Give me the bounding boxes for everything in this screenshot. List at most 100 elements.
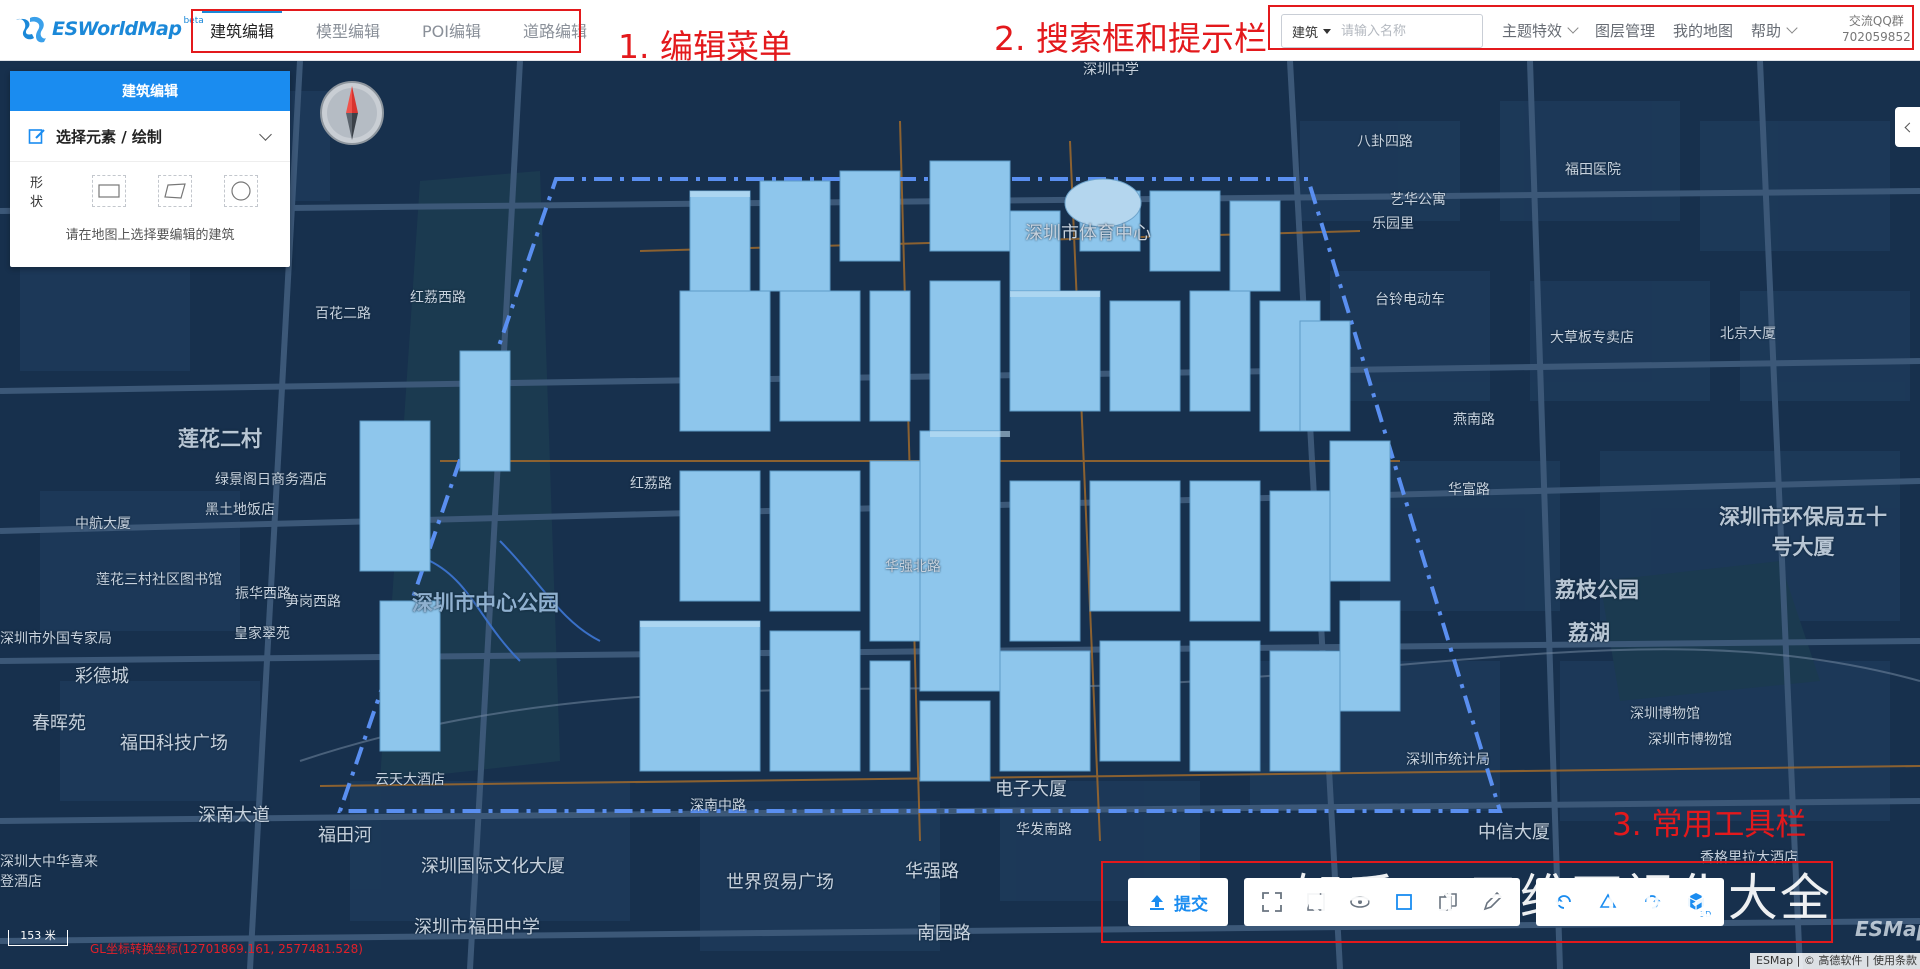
fullscreen-icon xyxy=(1262,892,1282,912)
submit-label: 提交 xyxy=(1174,894,1208,915)
search-type-label: 建筑 xyxy=(1292,25,1319,41)
logo-beta-badge: beta xyxy=(183,16,204,26)
logo-text: ESWorldMap xyxy=(52,18,182,40)
chevron-down-icon xyxy=(1786,22,1798,34)
panel-title: 建筑编辑 xyxy=(10,71,290,111)
map-label: 深圳大中华喜来登酒店 xyxy=(0,854,98,890)
map-label: 振华西路 xyxy=(235,586,291,602)
map-label: 台铃电动车 xyxy=(1375,292,1445,308)
map-label: 笋岗西路 xyxy=(285,594,341,610)
map-label: 电子大厦 xyxy=(995,779,1067,800)
panel-hint: 请在地图上选择要编辑的建筑 xyxy=(65,228,235,243)
select-draw-label: 选择元素 / 绘制 xyxy=(56,127,162,146)
logo[interactable]: ESWorldMap beta xyxy=(14,14,204,44)
map-label: 福田河 xyxy=(318,825,372,846)
map-label: 彩德城 xyxy=(75,666,129,687)
menu-theme-effects[interactable]: 主题特效 xyxy=(1502,20,1579,41)
scale-bar: 153 米 xyxy=(8,930,68,946)
chevron-left-icon xyxy=(1904,122,1914,132)
map-label: 华强北路 xyxy=(885,559,941,575)
select-draw-dropdown[interactable]: 选择元素 / 绘制 xyxy=(10,111,290,162)
search-type-select[interactable]: 建筑 xyxy=(1282,22,1339,41)
top-menu: 主题特效 图层管理 我的地图 帮助 xyxy=(1502,0,1814,60)
watermark: 知乎 @三维可视化大全 xyxy=(1294,869,1832,927)
tab-road-edit[interactable]: 道路编辑 xyxy=(523,18,587,42)
map-label: 深南大道 xyxy=(198,805,270,826)
top-bar: ESWorldMap beta 建筑编辑 模型编辑 POI编辑 道路编辑 建筑 … xyxy=(0,0,1920,61)
right-panel-toggle[interactable] xyxy=(1895,107,1920,147)
map-label: 华富路 xyxy=(1448,482,1490,498)
copyright-bar[interactable]: ESMap | © 高德软件 | 使用条款 xyxy=(1750,953,1920,969)
tab-model-edit[interactable]: 模型编辑 xyxy=(316,18,380,42)
map-label: 大草板专卖店 xyxy=(1550,330,1634,346)
map-label: 莲花三村社区图书馆 xyxy=(96,572,222,588)
menu-help[interactable]: 帮助 xyxy=(1751,20,1798,41)
menu-help-label: 帮助 xyxy=(1751,21,1782,40)
tab-poi-edit[interactable]: POI编辑 xyxy=(422,18,481,42)
map-label: 华强路 xyxy=(905,861,959,882)
logo-icon xyxy=(16,16,46,43)
map-label: 春晖苑 xyxy=(32,713,86,734)
map-label: 云天大酒店 xyxy=(375,772,445,788)
map-label: 深圳市环保局五十号大厦 xyxy=(1719,505,1887,559)
search-input[interactable] xyxy=(1339,22,1464,40)
map-label: 深圳博物馆 xyxy=(1630,706,1700,722)
compass-icon[interactable] xyxy=(319,80,385,146)
map-label: 深圳市中心公园 xyxy=(412,591,559,615)
map-label: 黑土地饭店 xyxy=(205,502,275,518)
menu-layer-management[interactable]: 图层管理 xyxy=(1595,20,1655,41)
map-label: 华发南路 xyxy=(1016,822,1072,838)
caret-down-icon xyxy=(1323,28,1332,34)
edit-icon xyxy=(28,129,45,144)
esmap-brand: ESMap xyxy=(1855,917,1920,941)
annotation-search-bar: 2. 搜索框和提示栏 xyxy=(994,19,1267,58)
shape-label: 形状 xyxy=(30,176,66,210)
map-label: 福田科技广场 xyxy=(120,733,228,754)
map-label: 深圳市福田中学 xyxy=(414,917,540,938)
building-edit-panel: 建筑编辑 选择元素 / 绘制 形状 请在地图上选择要编辑的建筑 xyxy=(10,71,290,267)
map-label: 皇家翠苑 xyxy=(234,626,290,642)
map-label: 荔枝公园 xyxy=(1555,578,1639,602)
circle-shape-button[interactable] xyxy=(224,175,258,207)
qq-group-label: 交流QQ群 xyxy=(1848,14,1904,28)
map-label: 福田医院 xyxy=(1565,162,1621,178)
qq-group-number: 702059852 xyxy=(1842,30,1911,44)
map-label: 深圳市博物馆 xyxy=(1648,732,1732,748)
map-label: 绿景阁日商务酒店 xyxy=(215,472,327,488)
map-label: 深圳市体育中心 xyxy=(1025,223,1151,244)
tab-building-edit[interactable]: 建筑编辑 xyxy=(201,10,283,42)
fullscreen-button[interactable] xyxy=(1250,880,1294,924)
map-label: 北京大厦 xyxy=(1720,326,1776,342)
map-label: 乐园里 xyxy=(1372,216,1414,232)
map-label: 深圳国际文化大厦 xyxy=(421,856,565,877)
submit-button[interactable]: 提交 xyxy=(1128,878,1228,926)
polygon-shape-button[interactable] xyxy=(158,175,193,207)
chevron-down-icon xyxy=(259,127,272,141)
map-label: 深南中路 xyxy=(690,798,746,814)
map-label: 燕南路 xyxy=(1453,412,1495,428)
map-label: 深圳中学 xyxy=(1083,62,1139,78)
annotation-edit-menu: 1. 编辑菜单 xyxy=(618,27,792,66)
map-label: 中航大厦 xyxy=(75,516,131,532)
map-label: 红荔西路 xyxy=(410,290,466,306)
polygon-icon xyxy=(164,183,186,199)
map-label: 南园路 xyxy=(917,923,971,944)
map-label: 荔湖 xyxy=(1568,621,1610,645)
rectangle-shape-button[interactable] xyxy=(92,175,127,207)
map-label: 百花二路 xyxy=(315,306,371,322)
map-label: 深圳市统计局 xyxy=(1406,752,1490,768)
map-label: 莲花二村 xyxy=(178,427,262,451)
map-label: 中信大厦 xyxy=(1478,822,1550,843)
menu-theme-effects-label: 主题特效 xyxy=(1502,21,1563,40)
annotation-toolbar: 3. 常用工具栏 xyxy=(1612,807,1807,843)
qq-group-info: 交流QQ群 702059852 xyxy=(1842,13,1911,45)
menu-my-map[interactable]: 我的地图 xyxy=(1673,20,1733,41)
rectangle-icon xyxy=(98,184,120,198)
map-label: 深圳市外国专家局 xyxy=(0,631,112,647)
search-box: 建筑 xyxy=(1281,14,1483,48)
map-label: 艺华公寓 xyxy=(1390,192,1446,208)
map-label: 八卦四路 xyxy=(1357,134,1413,150)
chevron-down-icon xyxy=(1567,22,1579,34)
map-label: 世界贸易广场 xyxy=(726,872,834,893)
upload-icon xyxy=(1150,895,1164,910)
